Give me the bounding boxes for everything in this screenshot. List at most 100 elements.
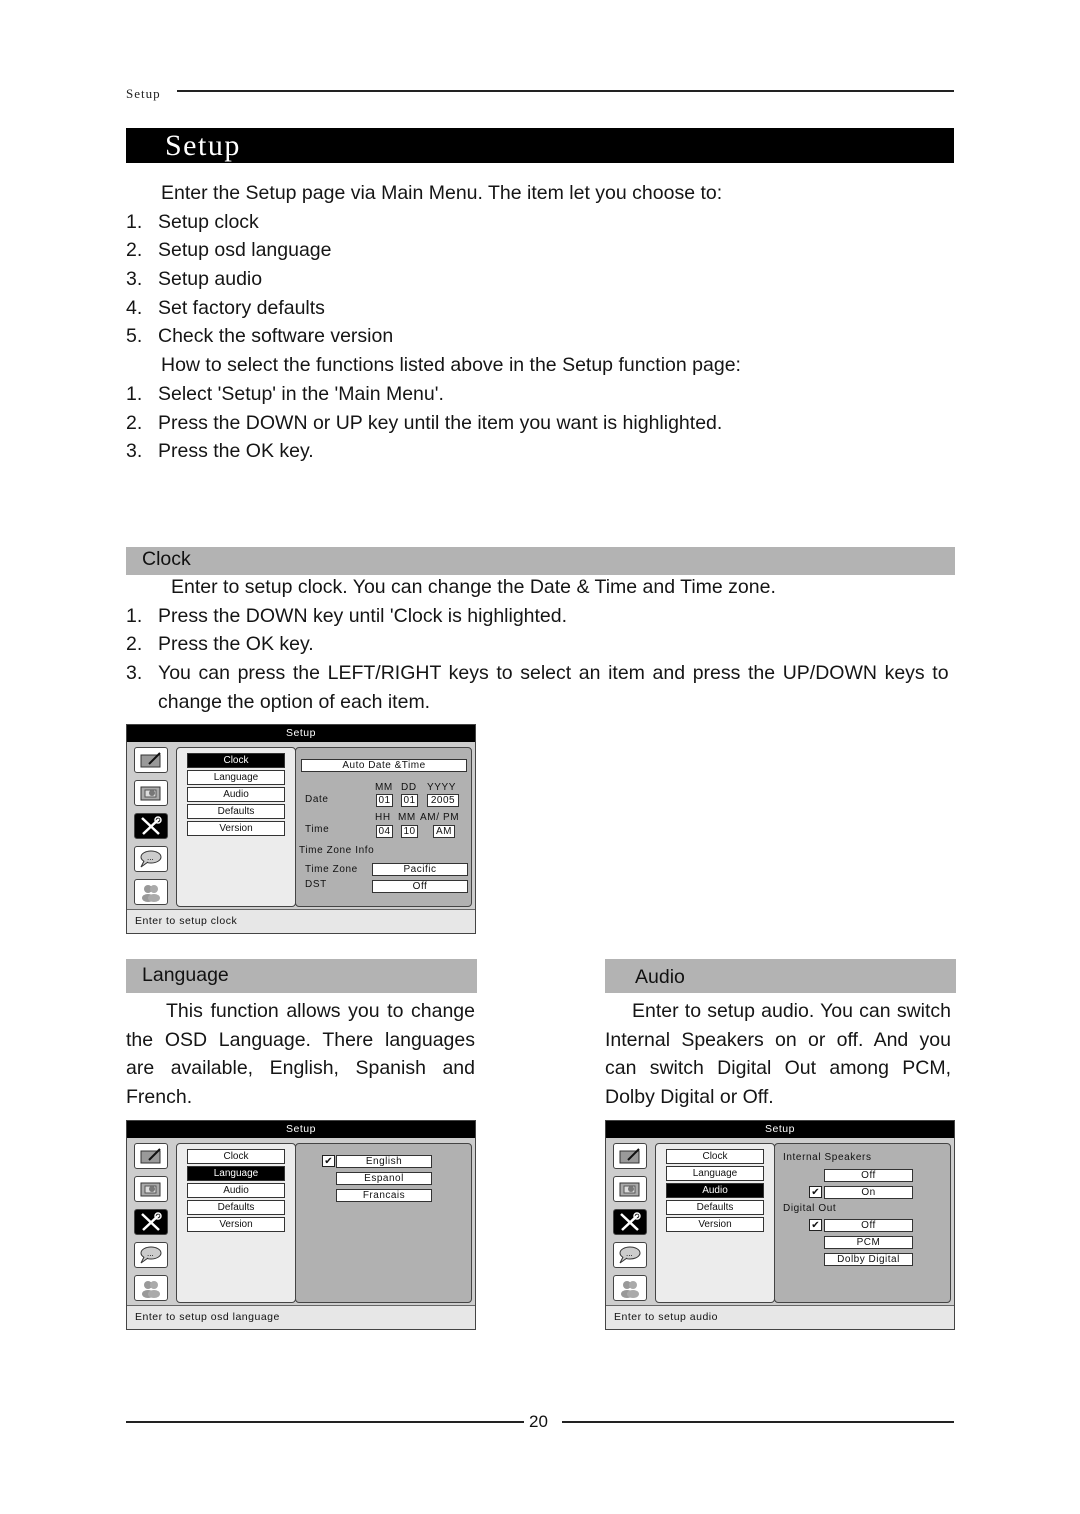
speech-bubble-icon[interactable]: ... (134, 846, 168, 872)
edit-screen-icon[interactable] (134, 747, 168, 773)
footer-rule-right (562, 1421, 954, 1423)
menu-item-language[interactable]: Language (666, 1166, 764, 1181)
time-head-hh: HH (375, 812, 391, 823)
menu-item-audio[interactable]: Audio (187, 787, 285, 802)
time-ampm-field[interactable]: AM (433, 825, 455, 838)
option-espanol[interactable]: Espanol (336, 1172, 432, 1185)
list-item: 1. Press the DOWN key until 'Clock is hig… (126, 604, 568, 627)
clock-section: Enter to setup clock. You can change the… (126, 573, 956, 716)
audio-heading: Audio (635, 966, 685, 988)
list-item: 3. Setup audio (126, 268, 263, 291)
list-item: 1. Setup clock (126, 210, 259, 233)
picture-icon[interactable] (134, 780, 168, 806)
svg-text:...: ... (626, 1249, 633, 1258)
option-english[interactable]: English (336, 1155, 432, 1168)
menu-item-version[interactable]: Version (187, 821, 285, 836)
digital-out-label: Digital Out (783, 1203, 837, 1214)
time-zone-field[interactable]: Pacific (372, 863, 468, 876)
osd-title: Setup (127, 1121, 475, 1138)
speech-bubble-icon[interactable]: ... (134, 1242, 168, 1268)
menu-item-version[interactable]: Version (666, 1217, 764, 1232)
date-label: Date (305, 794, 329, 805)
audio-osd-screen: Setup ... Clock Language Audio Defaults … (605, 1120, 955, 1330)
footer-rule-left (126, 1421, 524, 1423)
date-month-field[interactable]: 01 (376, 794, 393, 807)
clock-lead: Enter to setup clock. You can change the… (171, 576, 776, 598)
page-title: Setup (165, 129, 241, 162)
page-number: 20 (529, 1412, 548, 1431)
dst-label: DST (305, 879, 327, 890)
osd-title: Setup (127, 725, 475, 742)
osd-menu: Clock Language Audio Defaults Version (655, 1143, 775, 1303)
time-label: Time (305, 824, 330, 835)
users-icon[interactable] (134, 879, 168, 905)
menu-item-defaults[interactable]: Defaults (187, 1200, 285, 1215)
menu-item-clock[interactable]: Clock (187, 1149, 285, 1164)
menu-item-audio[interactable]: Audio (187, 1183, 285, 1198)
time-minute-field[interactable]: 10 (401, 825, 418, 838)
list-item: 2. Press the DOWN or UP key until the ite… (126, 411, 723, 434)
osd-footer: Enter to setup osd language (127, 1305, 475, 1329)
tools-icon[interactable] (134, 813, 168, 839)
menu-item-clock[interactable]: Clock (187, 753, 285, 768)
time-head-mm: MM (398, 812, 416, 823)
page-title-bar: Setup (126, 128, 954, 163)
language-osd-screen: Setup ... Clock Language Audio Defaults … (126, 1120, 476, 1330)
speakers-option-on[interactable]: On (824, 1186, 913, 1199)
list-item: 2. Setup osd language (126, 239, 332, 262)
digital-option-off[interactable]: Off (824, 1219, 913, 1232)
language-options-pane: ✔ English Espanol Francais (295, 1143, 472, 1303)
date-year-field[interactable]: 2005 (427, 794, 459, 807)
picture-icon[interactable] (613, 1176, 647, 1202)
digital-option-pcm[interactable]: PCM (824, 1236, 913, 1249)
auto-date-time-button[interactable]: Auto Date &Time (301, 759, 467, 772)
time-zone-label: Time Zone (305, 864, 358, 875)
svg-text:...: ... (147, 853, 154, 862)
clock-step3-cont: change the option of each item. (158, 690, 431, 713)
digital-option-dolby[interactable]: Dolby Digital (824, 1253, 913, 1266)
how-lead: How to select the functions listed above… (161, 354, 741, 377)
tools-icon[interactable] (134, 1209, 168, 1235)
list-item: 1. Select 'Setup' in the 'Main Menu'. (126, 382, 444, 405)
osd-title: Setup (606, 1121, 954, 1138)
date-day-field[interactable]: 01 (401, 794, 418, 807)
osd-footer: Enter to setup audio (606, 1305, 954, 1329)
checkmark-icon: ✔ (809, 1186, 822, 1198)
intro-section: Enter the Setup page via Main Menu. The … (126, 179, 956, 466)
osd-footer: Enter to setup clock (127, 909, 475, 933)
audio-heading-bar: Audio (605, 959, 956, 993)
language-heading-bar: Language (126, 959, 477, 993)
list-item: 5. Check the software version (126, 325, 394, 348)
menu-item-clock[interactable]: Clock (666, 1149, 764, 1164)
menu-item-language[interactable]: Language (187, 770, 285, 785)
menu-item-version[interactable]: Version (187, 1217, 285, 1232)
users-icon[interactable] (134, 1275, 168, 1301)
edit-screen-icon[interactable] (134, 1143, 168, 1169)
internal-speakers-label: Internal Speakers (783, 1152, 872, 1163)
speakers-option-off[interactable]: Off (824, 1169, 913, 1182)
picture-icon[interactable] (134, 1176, 168, 1202)
osd-menu: Clock Language Audio Defaults Version (176, 1143, 296, 1303)
edit-screen-icon[interactable] (613, 1143, 647, 1169)
checkmark-icon: ✔ (322, 1155, 335, 1167)
menu-item-language[interactable]: Language (187, 1166, 285, 1181)
clock-heading-bar: Clock (126, 547, 955, 575)
menu-item-defaults[interactable]: Defaults (666, 1200, 764, 1215)
running-header: Setup (126, 84, 954, 104)
dst-field[interactable]: Off (372, 880, 468, 893)
language-heading: Language (142, 964, 229, 986)
time-head-ampm: AM/ PM (420, 812, 460, 823)
time-hour-field[interactable]: 04 (376, 825, 393, 838)
speech-bubble-icon[interactable]: ... (613, 1242, 647, 1268)
checkmark-icon: ✔ (809, 1219, 822, 1231)
option-francais[interactable]: Francais (336, 1189, 432, 1202)
tools-icon[interactable] (613, 1209, 647, 1235)
menu-item-audio[interactable]: Audio (666, 1183, 764, 1198)
users-icon[interactable] (613, 1275, 647, 1301)
clock-heading: Clock (142, 548, 191, 570)
page-footer: 20 (126, 1412, 954, 1432)
menu-item-defaults[interactable]: Defaults (187, 804, 285, 819)
list-item: 3. Press the OK key. (126, 440, 314, 463)
clock-settings-pane: Auto Date &Time MM DD YYYY Date 01 01 20… (295, 747, 472, 907)
date-head-mm: MM (375, 782, 393, 793)
